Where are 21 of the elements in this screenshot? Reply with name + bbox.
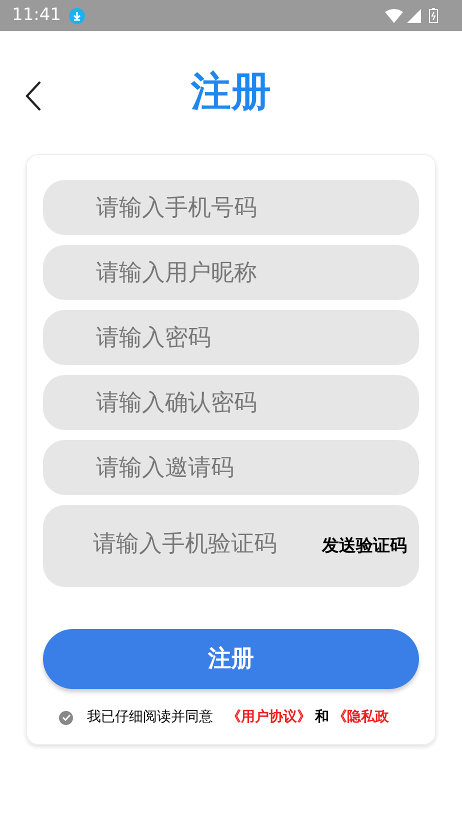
register-button[interactable]: 注册 <box>43 629 419 689</box>
battery-icon <box>429 8 438 23</box>
back-icon <box>25 81 41 111</box>
input-field[interactable]: 请输入确认密码 <box>43 375 419 430</box>
download-icon <box>69 8 85 24</box>
input-field[interactable]: 请输入用户昵称 <box>43 245 419 300</box>
privacy-policy-link[interactable]: 《隐私政 <box>333 707 389 728</box>
input-field[interactable]: 请输入密码 <box>43 310 419 365</box>
user-agreement-link[interactable]: 《用户协议》 <box>227 707 311 728</box>
input-field[interactable]: 请输入邀请码 <box>43 440 419 495</box>
conjunction-text: 和 <box>315 708 329 727</box>
send-code-button[interactable]: 发送验证码 <box>322 534 407 560</box>
signal-icon <box>407 8 421 22</box>
clock: 11:41 <box>12 4 61 27</box>
wifi-icon <box>385 8 403 22</box>
agreement-checkbox[interactable] <box>59 710 73 724</box>
page-title: 注册 <box>191 68 271 116</box>
checkmark-icon <box>62 714 70 721</box>
agreement-text: 我已仔细阅读并同意 <box>87 708 213 727</box>
verification-field[interactable]: 请输入手机验证码 发送验证码 <box>43 505 419 587</box>
input-field[interactable]: 请输入手机号码 <box>43 180 419 235</box>
